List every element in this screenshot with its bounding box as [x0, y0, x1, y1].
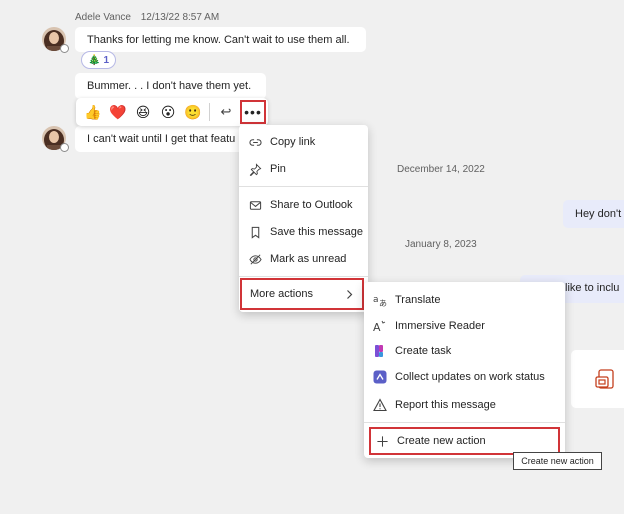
menu-item-save-message[interactable]: Save this message — [239, 219, 368, 245]
surprised-emoji-icon[interactable]: 😮 — [157, 101, 179, 123]
menu-item-copy-link[interactable]: Copy link — [239, 129, 368, 155]
menu-item-label: Create task — [395, 345, 452, 357]
chevron-right-icon — [345, 289, 354, 300]
link-icon — [248, 135, 262, 149]
menu-item-translate[interactable]: aあ Translate — [364, 287, 565, 313]
svg-text:A: A — [373, 321, 381, 333]
menu-item-pin[interactable]: Pin — [239, 156, 368, 182]
svg-text:あ: あ — [379, 299, 387, 307]
add-reaction-icon[interactable]: 🙂 — [182, 101, 204, 123]
more-actions-submenu: aあ Translate A Immersive Reader Create t… — [364, 282, 565, 458]
file-attachment-card[interactable] — [571, 350, 624, 408]
menu-item-label: Report this message — [395, 399, 496, 411]
updates-icon — [373, 370, 387, 384]
message-bubble[interactable]: Thanks for letting me know. Can't wait t… — [75, 27, 366, 52]
date-separator: January 8, 2023 — [405, 239, 477, 250]
more-options-button[interactable]: ••• — [240, 100, 266, 124]
reaction-pill[interactable]: 🎄 1 — [81, 51, 116, 69]
translate-icon: aあ — [373, 293, 387, 307]
date-separator: December 14, 2022 — [397, 164, 485, 175]
message-text: like to inclu — [565, 282, 620, 294]
message-header: Adele Vance 12/13/22 8:57 AM — [75, 12, 226, 23]
presence-icon — [60, 44, 69, 53]
menu-item-create-new-action[interactable]: Create new action — [369, 427, 560, 455]
warning-icon — [373, 398, 387, 412]
message-timestamp: 12/13/22 8:57 AM — [140, 12, 220, 23]
menu-item-label: Share to Outlook — [270, 199, 353, 211]
message-text: Hey don't — [575, 208, 622, 220]
presence-icon — [60, 143, 69, 152]
planner-icon — [373, 344, 387, 358]
immersive-reader-icon: A — [373, 319, 387, 333]
laugh-emoji-icon[interactable]: 😆 — [132, 101, 154, 123]
tree-emoji-icon: 🎄 — [87, 54, 101, 66]
mail-icon — [248, 198, 262, 212]
menu-item-more-actions[interactable]: More actions — [240, 278, 364, 310]
message-context-menu: Copy link Pin Share to Outlook Save this… — [239, 125, 368, 312]
reply-icon[interactable]: ↩ — [215, 101, 237, 123]
menu-divider — [364, 422, 565, 423]
menu-item-label: Mark as unread — [270, 253, 347, 265]
message-bubble[interactable]: Hey don't — [563, 200, 624, 228]
reaction-bar: 👍 ❤️ 😆 😮 🙂 ↩ ••• — [76, 98, 268, 126]
sender-name: Adele Vance — [75, 12, 131, 23]
tooltip: Create new action — [513, 452, 602, 470]
menu-item-label: Create new action — [397, 435, 486, 447]
message-bubble[interactable]: I can't wait until I get that featu — [75, 126, 245, 152]
pin-icon — [248, 162, 262, 176]
avatar[interactable] — [42, 126, 69, 152]
menu-item-label: Copy link — [270, 136, 316, 148]
reaction-count: 1 — [103, 54, 109, 66]
menu-item-label: More actions — [250, 288, 313, 300]
message-text: Bummer. . . I don't have them yet. — [87, 80, 252, 92]
menu-item-label: Immersive Reader — [395, 320, 485, 332]
menu-item-report-message[interactable]: Report this message — [364, 392, 565, 418]
message-bubble[interactable]: Bummer. . . I don't have them yet. — [75, 73, 266, 99]
message-text: I can't wait until I get that featu — [87, 133, 236, 145]
bookmark-icon — [248, 225, 262, 239]
menu-item-share-to-outlook[interactable]: Share to Outlook — [239, 192, 368, 218]
svg-text:a: a — [373, 295, 379, 305]
message-text: Thanks for letting me know. Can't wait t… — [87, 34, 350, 46]
menu-item-create-task[interactable]: Create task — [364, 338, 565, 364]
menu-item-immersive-reader[interactable]: A Immersive Reader — [364, 313, 565, 339]
plus-icon — [375, 434, 389, 448]
heart-emoji-icon[interactable]: ❤️ — [107, 101, 129, 123]
menu-divider — [239, 186, 368, 187]
unread-icon — [248, 252, 262, 266]
menu-item-label: Translate — [395, 294, 441, 306]
menu-item-collect-updates[interactable]: Collect updates on work status — [364, 364, 565, 390]
menu-item-label: Save this message — [270, 226, 363, 238]
menu-item-label: Collect updates on work status — [395, 371, 545, 383]
like-emoji-icon[interactable]: 👍 — [82, 101, 104, 123]
presentation-file-icon — [595, 369, 614, 389]
menu-divider — [239, 276, 368, 277]
menu-item-mark-unread[interactable]: Mark as unread — [239, 246, 368, 272]
avatar[interactable] — [42, 27, 69, 53]
menu-item-label: Pin — [270, 163, 286, 175]
divider — [209, 103, 210, 121]
